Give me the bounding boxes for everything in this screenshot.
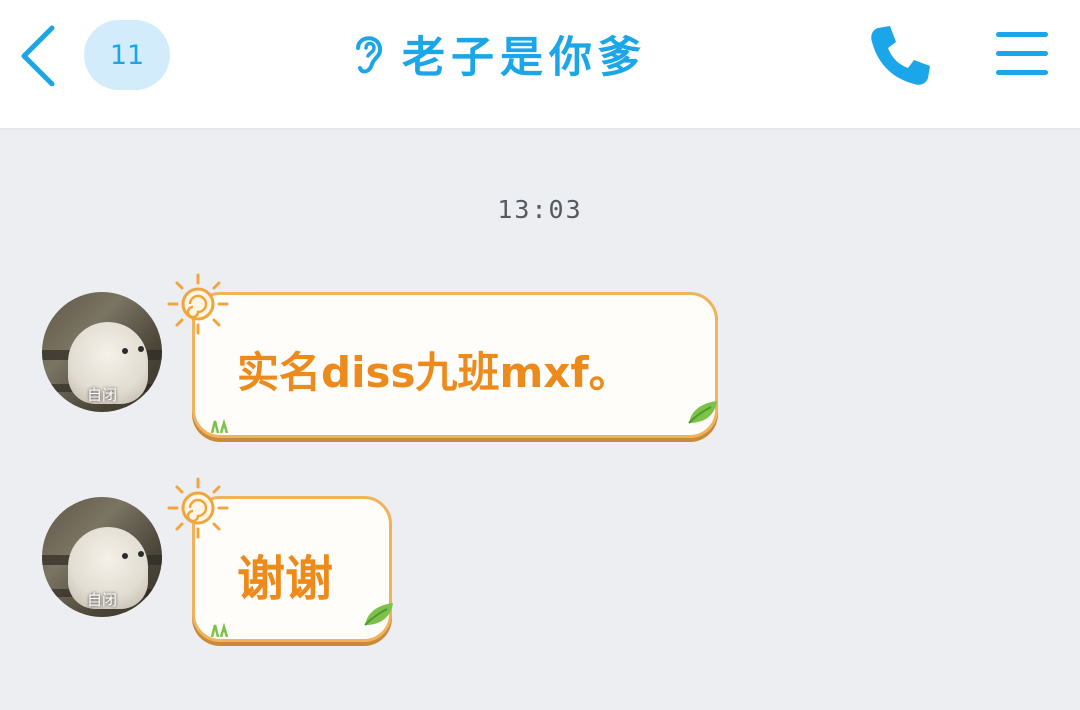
sun-decoration-icon (167, 273, 229, 335)
avatar-label: 自闭 (86, 386, 117, 404)
back-button[interactable] (12, 22, 64, 87)
leaf-decoration-icon (364, 603, 393, 626)
contact-title-area[interactable]: 老子是你爹 (348, 22, 647, 86)
avatar[interactable]: 自闭 (42, 497, 162, 617)
contact-name: 老子是你爹 (402, 33, 647, 83)
grass-decoration-icon (210, 419, 229, 433)
message-text: 实名diss九班mxf。 (237, 348, 631, 397)
sun-decoration-icon (167, 477, 229, 539)
message-timestamp: 13:03 (497, 195, 583, 224)
chat-header: 11 老子是你爹 (0, 0, 1080, 130)
chevron-left-icon (21, 25, 55, 87)
voice-call-button[interactable] (864, 20, 936, 92)
ear-icon (356, 36, 383, 74)
avatar-label: 自闭 (86, 591, 117, 609)
message-bubble[interactable]: 谢谢 (167, 477, 393, 642)
phone-icon (871, 26, 930, 85)
leaf-decoration-icon (688, 401, 717, 424)
avatar[interactable]: 自闭 (42, 292, 162, 412)
unread-count-badge[interactable]: 11 (84, 20, 170, 90)
grass-decoration-icon (210, 623, 229, 637)
message-text: 谢谢 (237, 551, 334, 607)
message-bubble[interactable]: 实名diss九班mxf。 (167, 273, 718, 438)
more-menu-button[interactable] (992, 26, 1052, 82)
hamburger-menu-icon (996, 32, 1048, 75)
